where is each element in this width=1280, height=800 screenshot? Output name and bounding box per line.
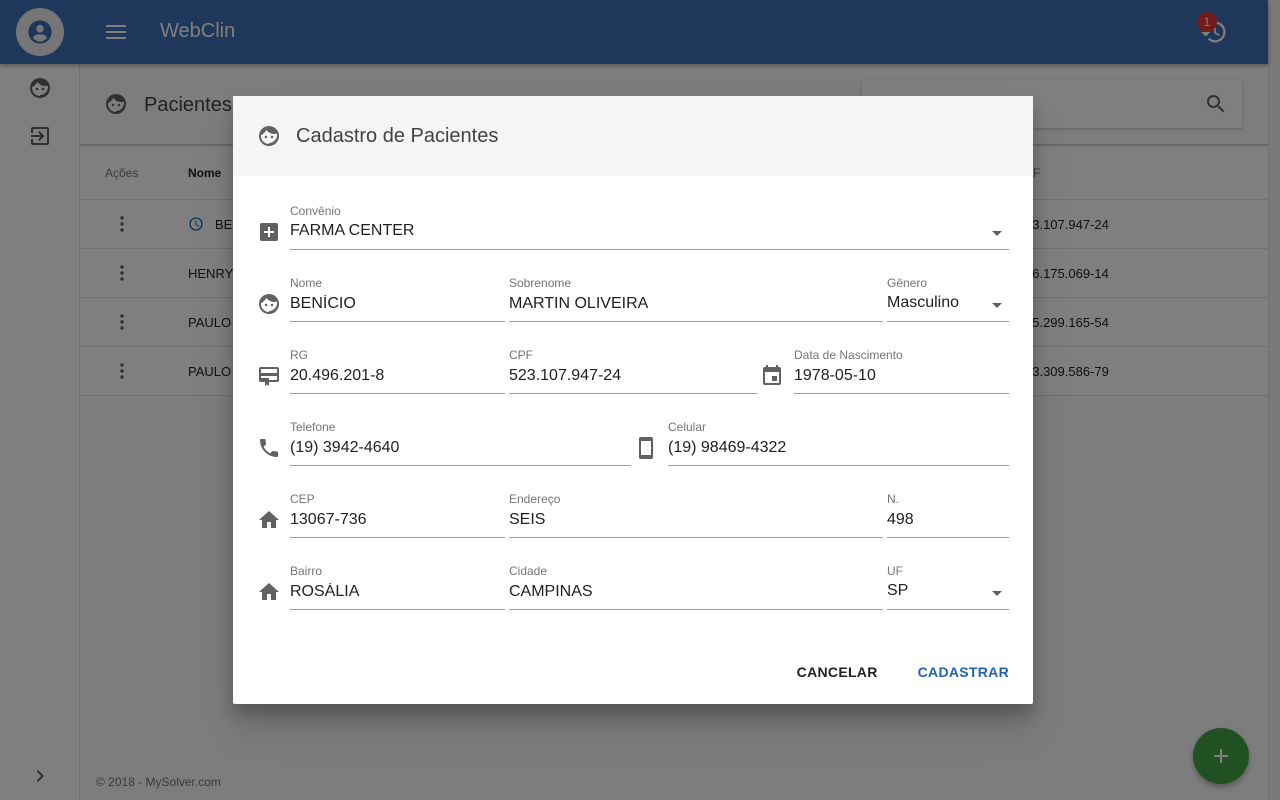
phone-icon bbox=[260, 439, 278, 457]
endereco-label: Endereço bbox=[509, 492, 561, 506]
cep-field[interactable]: CEP bbox=[290, 492, 505, 538]
cep-label: CEP bbox=[290, 492, 315, 506]
numero-input[interactable] bbox=[887, 508, 1009, 538]
endereco-field[interactable]: Endereço bbox=[509, 492, 883, 538]
rg-field[interactable]: RG bbox=[290, 348, 505, 394]
bairro-field[interactable]: Bairro bbox=[290, 564, 505, 610]
dropdown-arrow-icon bbox=[992, 231, 1002, 236]
nome-label: Nome bbox=[290, 276, 323, 290]
cancel-button[interactable]: CANCELAR bbox=[789, 656, 886, 688]
cpf-field[interactable]: CPF bbox=[509, 348, 757, 394]
cidade-field[interactable]: Cidade bbox=[509, 564, 883, 610]
medical-plus-icon bbox=[260, 223, 278, 241]
id-card-icon bbox=[259, 367, 279, 386]
bairro-input[interactable] bbox=[290, 580, 505, 610]
cpf-label: CPF bbox=[509, 348, 533, 362]
numero-field[interactable]: N. bbox=[887, 492, 1009, 538]
dialog-actions: CANCELAR CADASTRAR bbox=[789, 656, 1017, 688]
dropdown-arrow-icon bbox=[992, 303, 1002, 308]
rg-label: RG bbox=[290, 348, 308, 362]
field-underline bbox=[887, 321, 1009, 322]
bairro-label: Bairro bbox=[290, 564, 323, 578]
cpf-input[interactable] bbox=[509, 364, 757, 394]
dropdown-arrow-icon bbox=[992, 591, 1002, 596]
telefone-field[interactable]: Telefone bbox=[290, 420, 631, 466]
rg-input[interactable] bbox=[290, 364, 505, 394]
dialog-title: Cadastro de Pacientes bbox=[296, 125, 499, 147]
uf-select[interactable]: UF SP bbox=[887, 564, 1009, 610]
data-nascimento-input[interactable] bbox=[794, 364, 1009, 394]
uf-label: UF bbox=[887, 564, 903, 578]
patient-registration-dialog: Cadastro de Pacientes Convênio FARMA CEN… bbox=[233, 96, 1033, 704]
numero-label: N. bbox=[887, 492, 899, 506]
celular-label: Celular bbox=[668, 420, 707, 434]
face-icon bbox=[259, 294, 279, 314]
sobrenome-field[interactable]: Sobrenome bbox=[509, 276, 883, 322]
convenio-label: Convênio bbox=[290, 204, 341, 218]
uf-value: SP bbox=[887, 582, 909, 599]
cep-input[interactable] bbox=[290, 508, 505, 538]
convenio-value: FARMA CENTER bbox=[290, 222, 415, 239]
genero-select[interactable]: Gênero Masculino bbox=[887, 276, 1009, 322]
face-icon bbox=[259, 126, 279, 146]
calendar-icon[interactable] bbox=[760, 364, 784, 388]
celular-field[interactable]: Celular bbox=[668, 420, 1009, 466]
field-underline bbox=[290, 249, 1009, 250]
nome-input[interactable] bbox=[290, 292, 505, 322]
dialog-header: Cadastro de Pacientes bbox=[233, 96, 1033, 176]
genero-value: Masculino bbox=[887, 294, 960, 311]
submit-button[interactable]: CADASTRAR bbox=[910, 656, 1017, 688]
celular-input[interactable] bbox=[668, 436, 1009, 466]
genero-label: Gênero bbox=[887, 276, 928, 290]
endereco-input[interactable] bbox=[509, 508, 883, 538]
field-underline bbox=[887, 609, 1009, 610]
smartphone-icon bbox=[639, 437, 653, 459]
sobrenome-input[interactable] bbox=[509, 292, 883, 322]
data-nascimento-field[interactable]: Data de Nascimento bbox=[794, 348, 1009, 394]
home-icon bbox=[259, 511, 279, 528]
sobrenome-label: Sobrenome bbox=[509, 276, 572, 290]
data-nascimento-label: Data de Nascimento bbox=[794, 348, 903, 362]
cidade-input[interactable] bbox=[509, 580, 883, 610]
home-icon bbox=[259, 583, 279, 600]
telefone-input[interactable] bbox=[290, 436, 631, 466]
nome-field[interactable]: Nome bbox=[290, 276, 505, 322]
cidade-label: Cidade bbox=[509, 564, 548, 578]
telefone-label: Telefone bbox=[290, 420, 336, 434]
convenio-select[interactable]: Convênio FARMA CENTER bbox=[290, 204, 1009, 250]
